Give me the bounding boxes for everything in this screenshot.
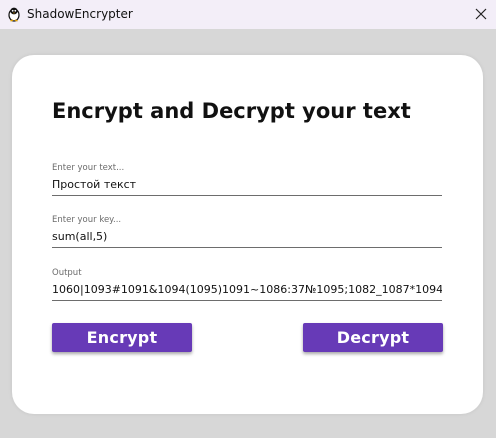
penguin-icon <box>6 6 22 22</box>
main-card: Encrypt and Decrypt your text Enter your… <box>12 55 483 414</box>
close-icon <box>475 5 487 24</box>
close-button[interactable] <box>466 0 496 29</box>
window-title: ShadowEncrypter <box>27 7 133 21</box>
output-field[interactable]: Output 1060|1093#1091&1094(1095)1091~108… <box>52 268 442 301</box>
decrypt-button[interactable]: Decrypt <box>303 323 443 352</box>
key-field[interactable]: Enter your key... sum(all,5) <box>52 215 442 248</box>
key-field-placeholder: Enter your key... <box>52 215 122 225</box>
text-field[interactable]: Enter your text... Простой текст <box>52 163 442 196</box>
output-label: Output <box>52 268 82 278</box>
key-input[interactable]: sum(all,5) <box>52 230 442 248</box>
app-window: ShadowEncrypter Encrypt and Decrypt your… <box>0 0 496 438</box>
text-field-placeholder: Enter your text... <box>52 163 125 173</box>
page-title: Encrypt and Decrypt your text <box>52 99 411 123</box>
title-bar[interactable]: ShadowEncrypter <box>0 0 496 29</box>
text-input[interactable]: Простой текст <box>52 178 442 196</box>
output-text[interactable]: 1060|1093#1091&1094(1095)1091~1086:37№10… <box>52 283 442 301</box>
encrypt-button[interactable]: Encrypt <box>52 323 192 352</box>
